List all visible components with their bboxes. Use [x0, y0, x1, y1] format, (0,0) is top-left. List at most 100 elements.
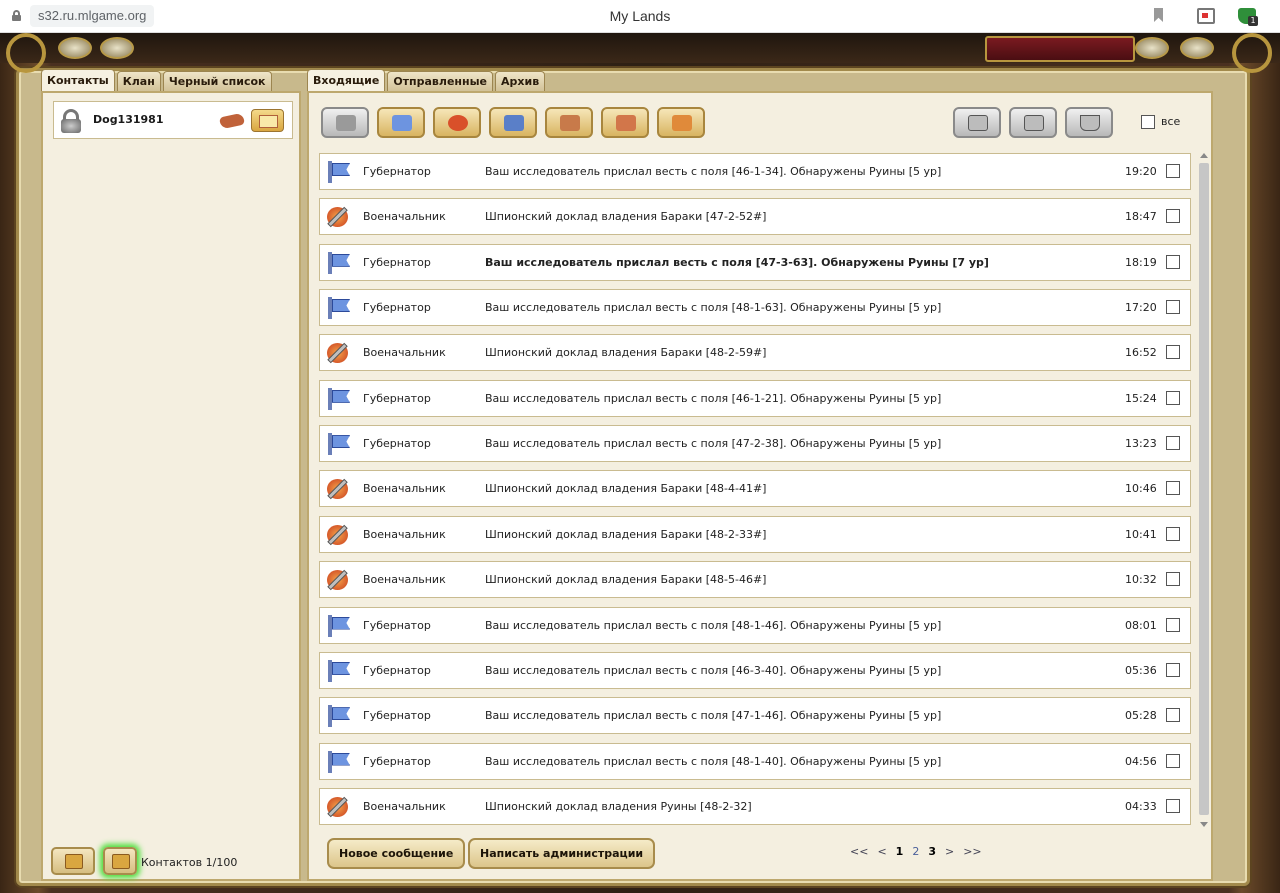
message-row[interactable]: Губернатор Ваш исследователь прислал вест…	[319, 243, 1191, 281]
scroll-thumb[interactable]	[1199, 163, 1209, 815]
page-first[interactable]: <<	[850, 845, 868, 858]
clan-contacts-button[interactable]	[103, 847, 137, 875]
lock-avatar-icon	[60, 109, 82, 133]
tab-blacklist[interactable]: Черный список	[162, 71, 272, 91]
tab-contacts[interactable]: Контакты	[41, 69, 115, 91]
filter-warlord-button[interactable]	[433, 107, 481, 138]
message-checkbox[interactable]	[1166, 662, 1180, 677]
message-checkbox[interactable]	[1166, 753, 1180, 768]
message-checkbox[interactable]	[1166, 798, 1180, 813]
filter-diplomacy-button[interactable]	[601, 107, 649, 138]
message-subject[interactable]: Ваш исследователь прислал весть с поля […	[485, 301, 941, 314]
message-checkbox[interactable]	[1166, 300, 1180, 315]
message-subject[interactable]: Ваш исследователь прислал весть с поля […	[485, 709, 941, 722]
governor-flag-icon	[326, 659, 350, 682]
contact-name[interactable]: Dog131981	[93, 113, 164, 126]
message-subject[interactable]: Ваш исследователь прислал весть с поля […	[485, 165, 941, 178]
message-row[interactable]: Военачальник Шпионский доклад владения Ру…	[319, 787, 1191, 825]
tab-sent[interactable]: Отправленные	[387, 71, 494, 91]
message-row[interactable]: Военачальник Шпионский доклад владения Ба…	[319, 561, 1191, 599]
contacts-count: Контактов 1/100	[141, 856, 238, 869]
message-subject[interactable]: Шпионский доклад владения Бараки [47-2-5…	[485, 210, 766, 223]
message-row[interactable]: Губернатор Ваш исследователь прислал вест…	[319, 379, 1191, 417]
message-row[interactable]: Военачальник Шпионский доклад владения Ба…	[319, 334, 1191, 372]
message-row[interactable]: Губернатор Ваш исследователь прислал вест…	[319, 606, 1191, 644]
select-all-checkbox[interactable]	[1141, 115, 1155, 129]
governor-flag-icon	[326, 614, 350, 637]
ornament-gem	[58, 37, 92, 59]
mark-read-button[interactable]	[953, 107, 1001, 138]
message-checkbox[interactable]	[1166, 436, 1180, 451]
address-bar[interactable]: s32.ru.mlgame.org	[30, 5, 155, 27]
add-contact-button[interactable]	[51, 847, 95, 875]
archive-button[interactable]	[1009, 107, 1057, 138]
message-checkbox[interactable]	[1166, 254, 1180, 269]
trash-icon	[1080, 115, 1100, 131]
write-admin-button[interactable]: Написать администрации	[468, 838, 656, 869]
message-checkbox[interactable]	[1166, 390, 1180, 405]
tab-archive[interactable]: Архив	[495, 71, 546, 91]
message-row[interactable]: Губернатор Ваш исследователь прислал вест…	[319, 742, 1191, 780]
message-row[interactable]: Военачальник Шпионский доклад владения Ба…	[319, 470, 1191, 508]
page-next[interactable]: >	[945, 845, 954, 858]
handshake-icon[interactable]	[220, 111, 246, 129]
message-subject[interactable]: Шпионский доклад владения Бараки [48-2-5…	[485, 346, 766, 359]
bookmark-icon[interactable]	[1150, 8, 1168, 24]
ornament-gem	[100, 37, 134, 59]
message-subject[interactable]: Шпионский доклад владения Бараки [48-5-4…	[485, 573, 766, 586]
message-row[interactable]: Военачальник Шпионский доклад владения Ба…	[319, 198, 1191, 236]
page-last[interactable]: >>	[963, 845, 981, 858]
frame-ornament	[1232, 33, 1272, 73]
message-subject[interactable]: Шпионский доклад владения Бараки [48-2-3…	[485, 528, 766, 541]
filter-science-button[interactable]	[489, 107, 537, 138]
message-checkbox[interactable]	[1166, 617, 1180, 632]
governor-flag-icon	[326, 433, 350, 456]
scroll-up-arrow-icon[interactable]	[1200, 153, 1208, 158]
message-subject[interactable]: Ваш исследователь прислал весть с поля […	[485, 619, 941, 632]
contact-item[interactable]: Dog131981	[53, 101, 293, 139]
extension-icon[interactable]	[1238, 8, 1258, 26]
filter-people-button[interactable]	[545, 107, 593, 138]
filter-all-button[interactable]	[321, 107, 369, 138]
message-checkbox[interactable]	[1166, 481, 1180, 496]
message-subject[interactable]: Шпионский доклад владения Бараки [48-4-4…	[485, 482, 766, 495]
message-time: 13:23	[1125, 437, 1157, 451]
cast-icon[interactable]	[1197, 8, 1215, 24]
message-row[interactable]: Губернатор Ваш исследователь прислал вест…	[319, 697, 1191, 735]
page-3[interactable]: 3	[928, 845, 936, 858]
message-sender: Военачальник	[363, 210, 446, 224]
scroll-down-arrow-icon[interactable]	[1200, 822, 1208, 827]
send-message-envelope-icon[interactable]	[251, 109, 284, 132]
message-subject[interactable]: Ваш исследователь прислал весть с поля […	[485, 664, 941, 677]
message-checkbox[interactable]	[1166, 345, 1180, 360]
message-scrollbar[interactable]	[1197, 151, 1211, 829]
contacts-tabs: Контакты Клан Черный список	[41, 69, 274, 91]
message-checkbox[interactable]	[1166, 209, 1180, 224]
message-checkbox[interactable]	[1166, 572, 1180, 587]
page-2[interactable]: 2	[912, 845, 919, 858]
message-checkbox[interactable]	[1166, 164, 1180, 178]
page-prev[interactable]: <	[877, 845, 886, 858]
scroll-icon	[336, 115, 356, 131]
message-row[interactable]: Губернатор Ваш исследователь прислал вест…	[319, 425, 1191, 463]
message-row[interactable]: Губернатор Ваш исследователь прислал вест…	[319, 153, 1191, 190]
message-subject[interactable]: Ваш исследователь прислал весть с поля […	[485, 437, 941, 450]
delete-button[interactable]	[1065, 107, 1113, 138]
message-time: 15:24	[1125, 391, 1157, 405]
tab-clan[interactable]: Клан	[116, 71, 161, 91]
tab-inbox[interactable]: Входящие	[307, 69, 386, 91]
page-1[interactable]: 1	[896, 845, 904, 858]
message-subject[interactable]: Ваш исследователь прислал весть с поля […	[485, 755, 941, 768]
filter-king-button[interactable]	[657, 107, 705, 138]
message-time: 18:19	[1125, 255, 1157, 269]
message-checkbox[interactable]	[1166, 708, 1180, 723]
message-checkbox[interactable]	[1166, 526, 1180, 541]
filter-governor-button[interactable]	[377, 107, 425, 138]
message-row[interactable]: Губернатор Ваш исследователь прислал вест…	[319, 651, 1191, 689]
message-subject[interactable]: Ваш исследователь прислал весть с поля […	[485, 392, 941, 405]
new-message-button[interactable]: Новое сообщение	[327, 838, 466, 869]
message-row[interactable]: Военачальник Шпионский доклад владения Ба…	[319, 515, 1191, 553]
message-subject[interactable]: Шпионский доклад владения Руины [48-2-32…	[485, 800, 752, 813]
message-row[interactable]: Губернатор Ваш исследователь прислал вест…	[319, 289, 1191, 327]
message-subject[interactable]: Ваш исследователь прислал весть с поля […	[485, 256, 989, 269]
